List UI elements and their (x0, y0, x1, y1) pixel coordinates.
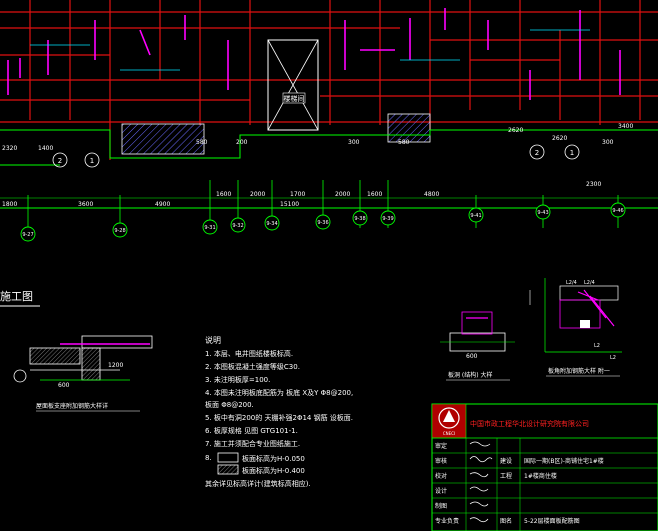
axis-dimension-line: 1800 3600 4900 1600 2000 15100 1700 2000… (0, 180, 658, 242)
section-bubble-text: 2 (535, 149, 539, 157)
note-line: 板面 Φ8@200. (205, 400, 254, 409)
detail-left: 600 1200 屋面板支座附加钢筋大样详 (13, 335, 153, 412)
axis-bubble-label: 9-41 (470, 213, 481, 219)
tb-cell: 审定 (435, 442, 447, 450)
dim-text: 200 (236, 139, 248, 146)
note-line: 7. 施工并须配合专业图纸施工. (205, 439, 300, 448)
tb-cell: 审核 (435, 457, 447, 465)
axis-bubble-label: 9-46 (612, 208, 623, 214)
detail-left-dim: 600 (58, 382, 70, 389)
signatures (469, 441, 493, 523)
detail-right-bottom: L2 (594, 343, 600, 349)
tb-cell: 工程 (500, 472, 512, 480)
general-notes: 说明 1. 本层、电井图纸楼板标高. 2. 本图板混凝土强度等级C30. 3. … (205, 335, 353, 488)
tb-cell: 制图 (435, 502, 447, 510)
axis-dim: 2300 (586, 181, 601, 188)
notes-footer: 其余详见标高详计(建筑标高相应). (205, 479, 311, 488)
sheet-title: 施工图 (0, 290, 33, 303)
detail-right: L2/4 L2/4 L2 L2 板角附加钢筋大样 附一 (529, 278, 622, 377)
dim-text: 2620 (508, 127, 523, 134)
axis-bubble-label: 9-39 (382, 216, 393, 222)
dim-text: 2320 (2, 145, 17, 152)
logo-text: CNECI (443, 431, 455, 436)
floor-plan: 楼梯间 2320 1400 2620 2620 3400 580 200 300… (0, 0, 658, 168)
note-line: 3. 未注明板厚=100. (205, 375, 270, 384)
rebar-lines (7, 8, 621, 100)
axis-dim: 1800 (2, 201, 17, 208)
note-line: 5. 板中有洞200的 天棚补强2Φ14 钢筋 设板面. (205, 413, 353, 422)
hatch-zone-left (121, 123, 205, 155)
legend-label: 板面标高为H-0.400 (242, 466, 305, 475)
axis-bubble-label: 9-32 (232, 223, 243, 229)
detail-right-caption: 板角附加钢筋大样 附一 (548, 367, 610, 375)
cad-drawing-canvas[interactable]: 楼梯间 2320 1400 2620 2620 3400 580 200 300… (0, 0, 658, 531)
axis-bubble-label: 9-38 (354, 216, 365, 222)
axis-dims: 1800 3600 4900 1600 2000 15100 1700 2000… (2, 181, 601, 208)
tb-cell: 校对 (435, 472, 447, 480)
dim-text: 2620 (552, 135, 567, 142)
axis-bubble-label: 9-28 (114, 228, 125, 234)
detail-mid-dim: 600 (466, 353, 478, 360)
title-block[interactable]: CNECI 中国市政工程华北设计研究院有限公司 审定 审核 建设 国际一期(B区… (431, 403, 658, 531)
note-line: 4. 本图未注明板底配筋为 板底 X及Y Φ8@200, (205, 388, 353, 397)
tb-cell: 5-22层楼面板配筋图 (524, 517, 580, 525)
axis-dim: 1600 (216, 191, 231, 198)
dim-text: 3400 (618, 123, 633, 130)
tb-cell: 国际一期(B区)-商铺住宅1#楼 (524, 457, 604, 465)
tb-cell: 1#楼商住楼 (524, 472, 557, 480)
notes-heading: 说明 (205, 335, 221, 345)
detail-left-dim: 1200 (108, 362, 123, 369)
tb-cell: 建设 (500, 457, 512, 465)
axis-dim: 1700 (290, 191, 305, 198)
detail-right-label: L2/4 (566, 280, 577, 286)
detail-right-bottom: L2 (610, 355, 616, 361)
axis-dim: 2000 (250, 191, 265, 198)
note-line: 1. 本层、电井图纸楼板标高. (205, 349, 293, 358)
section-bubble-text: 2 (58, 157, 62, 165)
detail-left-caption: 屋面板支座附加钢筋大样详 (36, 402, 108, 410)
axis-bubble-label: 9-34 (266, 221, 277, 227)
legend-label: 板面标高为H-0.050 (242, 454, 305, 463)
axis-bubble-label: 9-36 (317, 220, 328, 226)
section-bubble-text: 1 (90, 157, 94, 165)
detail-mid: 600 板洞 (结构) 大样 (440, 311, 515, 381)
tb-cell: 专业负责 (435, 517, 459, 525)
title-rows: 审定 审核 建设 国际一期(B区)-商铺住宅1#楼 校对 设计 工程 1#楼商住… (435, 442, 604, 525)
axis-dim: 2000 (335, 191, 350, 198)
axis-bubble-label: 9-43 (537, 210, 548, 216)
dim-text: 300 (348, 139, 360, 146)
axis-dim: 1600 (367, 191, 382, 198)
legend-index: 8. (205, 454, 212, 462)
tb-cell: 设计 (435, 487, 447, 495)
dim-text: 580 (398, 139, 410, 146)
dim-text: 300 (602, 139, 614, 146)
dim-text: 1400 (38, 145, 53, 152)
drawing-svg: 楼梯间 2320 1400 2620 2620 3400 580 200 300… (0, 0, 658, 531)
axis-dim: 4900 (155, 201, 170, 208)
note-line: 2. 本图板混凝土强度等级C30. (205, 362, 300, 371)
axis-dim: 4800 (424, 191, 439, 198)
tb-cell: 图名 (500, 517, 512, 525)
axis-dim: 3600 (78, 201, 93, 208)
hatch-zone-right (387, 113, 431, 143)
detail-right-label: L2/4 (584, 280, 595, 286)
stair-box: 楼梯间 (267, 39, 319, 131)
legend-swatch-hatched (217, 464, 239, 475)
axis-bubble-label: 9-27 (22, 232, 33, 238)
legend-swatch-plain (217, 452, 239, 463)
axis-bubble-label: 9-31 (204, 225, 215, 231)
cyan-annotations (30, 29, 590, 71)
axis-dim: 15100 (280, 201, 299, 208)
company-name: 中国市政工程华北设计研究院有限公司 (470, 419, 589, 428)
stair-label: 楼梯间 (284, 94, 305, 103)
detail-mid-caption: 板洞 (结构) 大样 (448, 371, 493, 379)
section-bubble-text: 1 (570, 149, 574, 157)
note-line: 6. 板厚规格 见图 GTG101-1. (205, 426, 298, 435)
dim-text: 580 (196, 139, 208, 146)
